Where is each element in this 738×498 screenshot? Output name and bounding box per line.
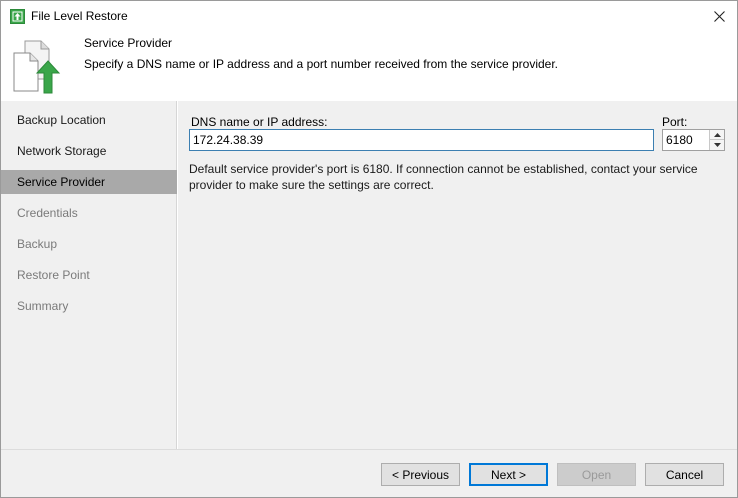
window-title: File Level Restore bbox=[31, 9, 128, 23]
port-input[interactable] bbox=[663, 130, 709, 150]
title-bar: File Level Restore bbox=[1, 1, 737, 31]
dns-name-input[interactable] bbox=[189, 129, 654, 151]
wizard-header: Service Provider Specify a DNS name or I… bbox=[1, 31, 737, 101]
cancel-button[interactable]: Cancel bbox=[645, 463, 724, 486]
step-label: Restore Point bbox=[17, 268, 90, 282]
step-credentials: Credentials bbox=[1, 201, 177, 225]
port-stepper[interactable] bbox=[662, 129, 725, 151]
step-label: Backup Location bbox=[17, 113, 106, 127]
step-label: Backup bbox=[17, 237, 58, 251]
dns-label: DNS name or IP address: bbox=[191, 115, 328, 129]
port-help-text: Default service provider's port is 6180.… bbox=[189, 162, 698, 192]
chevron-up-icon bbox=[713, 132, 721, 137]
step-restore-point: Restore Point bbox=[1, 263, 177, 287]
file-level-restore-window: File Level Restore Service Provider Spec… bbox=[0, 0, 738, 498]
port-label: Port: bbox=[662, 115, 688, 129]
wizard-footer: < Previous Next > Open Cancel bbox=[1, 449, 737, 497]
step-network-storage[interactable]: Network Storage bbox=[1, 139, 177, 163]
step-label: Network Storage bbox=[17, 144, 107, 158]
page-description: Specify a DNS name or IP address and a p… bbox=[84, 57, 559, 71]
step-label: Summary bbox=[17, 299, 69, 313]
wizard-steps-sidebar: Backup Location Network Storage Service … bbox=[1, 101, 177, 449]
chevron-down-icon bbox=[713, 143, 721, 147]
step-service-provider[interactable]: Service Provider bbox=[1, 170, 177, 194]
previous-button[interactable]: < Previous bbox=[381, 463, 460, 486]
restore-app-icon bbox=[10, 9, 25, 24]
step-backup-location[interactable]: Backup Location bbox=[1, 108, 177, 132]
close-icon bbox=[713, 10, 725, 22]
step-content-panel: DNS name or IP address: Port: Default se… bbox=[178, 101, 737, 449]
step-label: Service Provider bbox=[17, 175, 106, 189]
step-label: Credentials bbox=[17, 206, 78, 220]
port-decrement-button[interactable] bbox=[709, 140, 724, 150]
port-increment-button[interactable] bbox=[709, 130, 724, 140]
step-summary: Summary bbox=[1, 294, 177, 318]
step-backup: Backup bbox=[1, 232, 177, 256]
open-button: Open bbox=[557, 463, 636, 486]
next-button[interactable]: Next > bbox=[469, 463, 548, 486]
page-title: Service Provider bbox=[84, 36, 173, 50]
close-button[interactable] bbox=[707, 5, 731, 27]
file-restore-icon bbox=[11, 39, 69, 95]
